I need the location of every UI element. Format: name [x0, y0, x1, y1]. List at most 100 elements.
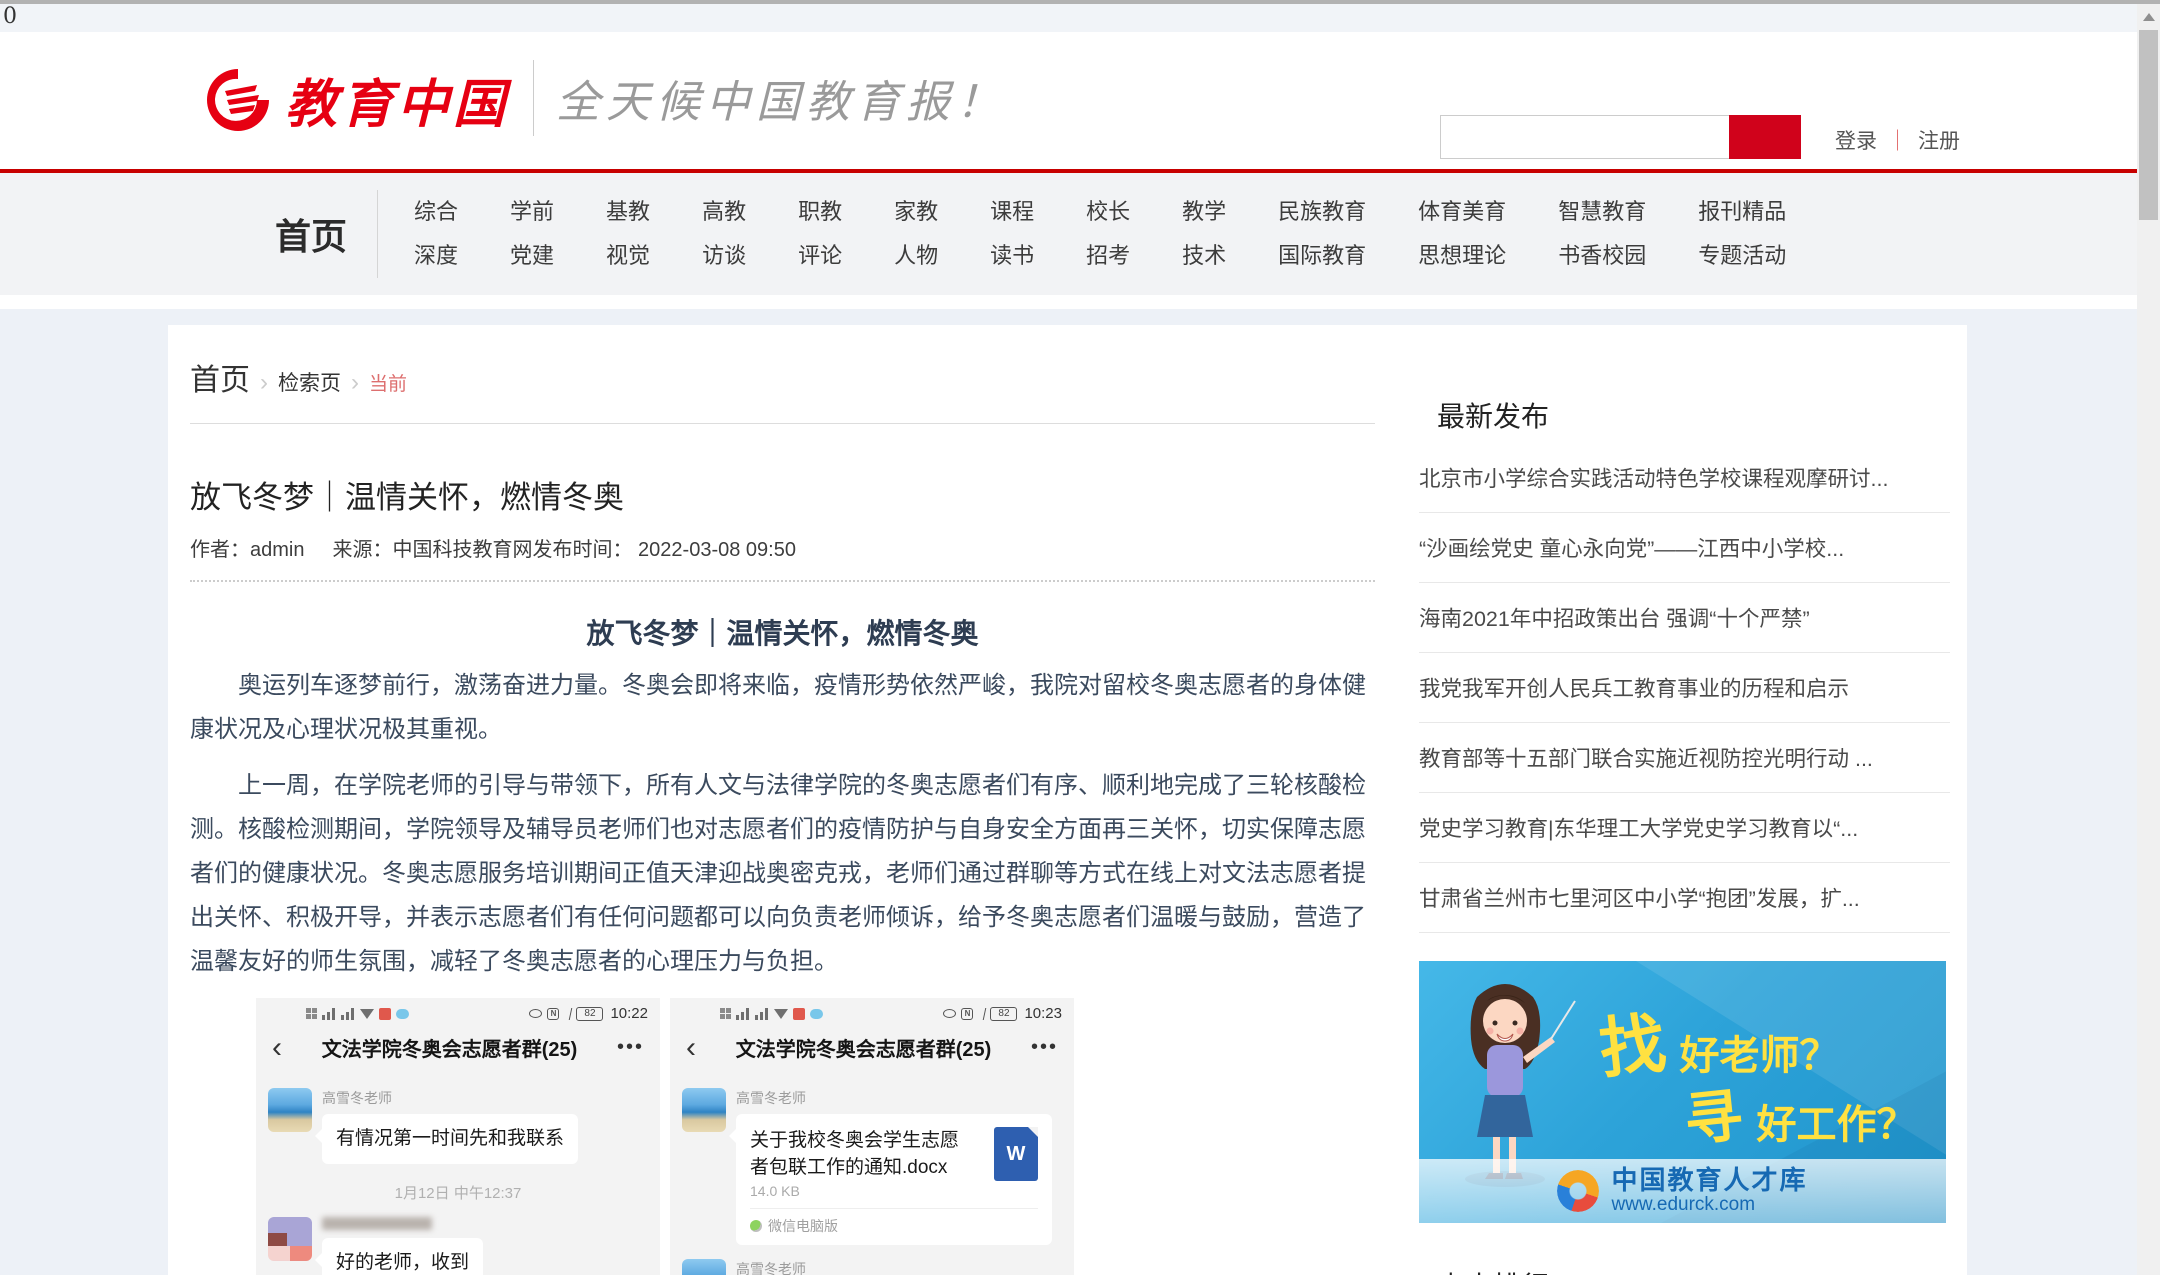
- search-input[interactable]: [1440, 115, 1729, 159]
- scrollbar[interactable]: [2137, 4, 2160, 1275]
- eye-icon: [529, 1009, 542, 1018]
- sender-name-blurred: [322, 1217, 432, 1230]
- breadcrumb-sep-icon: ›: [351, 369, 359, 397]
- main-nav: 首页 综合深度学前党建基教视觉高教访谈职教评论家教人物课程读书校长招考教学技术民…: [0, 173, 2160, 295]
- latest-post-item[interactable]: 我党我军开创人民兵工教育事业的历程和启示: [1419, 653, 1950, 723]
- more-icon: •••: [617, 1036, 644, 1059]
- chat-message-content: 好的老师，收到: [322, 1217, 483, 1275]
- nav-item[interactable]: 基教: [606, 199, 650, 225]
- page-top-remnant: 0: [0, 4, 2160, 32]
- nav-item[interactable]: 民族教育: [1278, 199, 1366, 225]
- nav-item[interactable]: 综合: [414, 199, 458, 225]
- auth-divider: ｜: [1887, 130, 1908, 153]
- scrollbar-thumb[interactable]: [2139, 30, 2158, 220]
- nav-item[interactable]: 职教: [798, 199, 842, 225]
- nav-item[interactable]: 人物: [894, 243, 938, 269]
- nav-item[interactable]: 国际教育: [1278, 243, 1366, 269]
- nav-divider: [377, 190, 378, 278]
- nav-item[interactable]: 技术: [1182, 243, 1226, 269]
- nav-item[interactable]: 专题活动: [1698, 243, 1786, 269]
- breadcrumb-search-page[interactable]: 检索页: [278, 367, 341, 397]
- latest-post-item[interactable]: 党史学习教育|东华理工大学党史学习教育以“...: [1419, 793, 1950, 863]
- wifi-icon: [360, 1009, 374, 1019]
- nav-item[interactable]: 招考: [1086, 243, 1130, 269]
- nav-item[interactable]: 视觉: [606, 243, 650, 269]
- ad-word-find: 找: [1594, 990, 1670, 1092]
- click-ranking-title: 点击排行: [1419, 1265, 1950, 1275]
- nav-item[interactable]: 智慧教育: [1558, 199, 1646, 225]
- chat-message: 好的老师，收到: [268, 1217, 648, 1275]
- file-name: 关于我校冬奥会学生志愿者包联工作的通知.docx: [750, 1127, 972, 1181]
- search-button[interactable]: [1729, 115, 1801, 159]
- nav-item[interactable]: 书香校园: [1558, 243, 1646, 269]
- latest-post-item[interactable]: “沙画绘党史 童心永向党”——江西中小学校...: [1419, 513, 1950, 583]
- file-attachment-card: 关于我校冬奥会学生志愿者包联工作的通知.docxW14.0 KB微信电脑版: [736, 1114, 1052, 1245]
- nav-column: 高教访谈: [676, 199, 772, 269]
- word-doc-icon: W: [994, 1127, 1038, 1181]
- nav-item[interactable]: 党建: [510, 243, 554, 269]
- recruitment-ad-banner[interactable]: 找 好老师？ 寻 好工作？ 中国教育人才库 www.edurck.com: [1419, 961, 1946, 1223]
- status-grid-icon: [720, 1008, 731, 1019]
- nav-item[interactable]: 学前: [510, 199, 554, 225]
- ad-headline-2: 寻 好工作？: [1684, 1071, 1916, 1155]
- latest-post-item[interactable]: 教育部等十五部门联合实施近视防控光明行动 ...: [1419, 723, 1950, 793]
- ad-brand-url: www.edurck.com: [1611, 1195, 1807, 1216]
- nav-gap: [0, 295, 2160, 309]
- chat-group-title: 文法学院冬奥会志愿者群(25): [282, 1033, 617, 1062]
- site-logo[interactable]: 教育中国: [205, 62, 509, 137]
- battery-icon: 82: [576, 1007, 603, 1021]
- nav-item[interactable]: 家教: [894, 199, 938, 225]
- page-body: 首页 › 检索页 › 当前 放飞冬梦｜温情关怀，燃情冬奥 作者：admin来源：…: [0, 309, 2160, 1275]
- nav-column: 民族教育国际教育: [1252, 199, 1392, 269]
- nav-item[interactable]: 读书: [990, 243, 1034, 269]
- nfc-icon: N: [547, 1008, 559, 1020]
- wechat-pc-icon: [750, 1220, 762, 1232]
- nav-column: 校长招考: [1060, 199, 1156, 269]
- article-column: 首页 › 检索页 › 当前 放飞冬梦｜温情关怀，燃情冬奥 作者：admin来源：…: [190, 325, 1375, 1275]
- scroll-up-icon[interactable]: [2143, 13, 2155, 21]
- teacher-avatar: [682, 1259, 726, 1275]
- nav-home[interactable]: 首页: [275, 208, 347, 260]
- latest-post-item[interactable]: 海南2021年中招政策出台 强调“十个严禁”: [1419, 583, 1950, 653]
- ad-word-seek: 寻: [1680, 1068, 1746, 1158]
- pubtime-value: 2022-03-08 09:50: [638, 539, 796, 561]
- sidebar: 最新发布 北京市小学综合实践活动特色学校课程观摩研讨...“沙画绘党史 童心永向…: [1419, 325, 1950, 1275]
- register-link[interactable]: 注册: [1918, 130, 1960, 153]
- nav-item[interactable]: 报刊精品: [1698, 199, 1786, 225]
- more-icon: •••: [1031, 1036, 1058, 1059]
- chat-message: 高雪冬老师关于我校冬奥会学生志愿者包联工作的通知.docxW14.0 KB微信电…: [682, 1088, 1062, 1245]
- wechat-screenshot-left: N 82 10:22 ‹ 文法学院冬奥会志愿者群(25) ••• 高雪冬老师有情…: [256, 998, 660, 1275]
- nav-item[interactable]: 教学: [1182, 199, 1226, 225]
- signal-icon: [755, 1008, 769, 1020]
- nav-item[interactable]: 课程: [990, 199, 1034, 225]
- nav-column: 体育美育思想理论: [1392, 199, 1532, 269]
- nav-item[interactable]: 思想理论: [1418, 243, 1506, 269]
- nav-item[interactable]: 评论: [798, 243, 842, 269]
- source-label: 来源：: [332, 539, 392, 561]
- logo-text: 教育中国: [285, 62, 509, 137]
- nav-item[interactable]: 访谈: [702, 243, 746, 269]
- logo-divider: [533, 60, 534, 136]
- nav-column: 教学技术: [1156, 199, 1252, 269]
- article-paragraph: 上一周，在学院老师的引导与带领下，所有人文与法律学院的冬奥志愿者们有序、顺利地完…: [190, 764, 1375, 984]
- search-bar: [1440, 115, 1801, 159]
- nav-column: 职教评论: [772, 199, 868, 269]
- ad-brand-name: 中国教育人才库: [1611, 1166, 1807, 1195]
- article-title: 放飞冬梦｜温情关怀，燃情冬奥: [190, 472, 1375, 517]
- wechat-screenshot-right: N 82 10:23 ‹ 文法学院冬奥会志愿者群(25) ••• 高雪冬老师关于…: [670, 998, 1074, 1275]
- latest-post-item[interactable]: 北京市小学综合实践活动特色学校课程观摩研讨...: [1419, 443, 1950, 513]
- chat-group-title: 文法学院冬奥会志愿者群(25): [696, 1033, 1031, 1062]
- site-header: 教育中国 全天候中国教育报！ 登录｜注册: [0, 32, 2160, 169]
- login-link[interactable]: 登录: [1835, 130, 1877, 153]
- zero-label: 0: [3, 4, 17, 29]
- nav-item[interactable]: 校长: [1086, 199, 1130, 225]
- nav-item[interactable]: 高教: [702, 199, 746, 225]
- ad-word-job: 好工作？: [1756, 1103, 1916, 1147]
- nav-item[interactable]: 深度: [414, 243, 458, 269]
- file-source-label: 微信电脑版: [768, 1216, 838, 1236]
- file-main: 关于我校冬奥会学生志愿者包联工作的通知.docx W: [750, 1127, 1038, 1181]
- nav-item[interactable]: 体育美育: [1418, 199, 1506, 225]
- breadcrumb-home[interactable]: 首页: [190, 355, 250, 399]
- latest-post-item[interactable]: 甘肃省兰州市七里河区中小学“抱团”发展，扩...: [1419, 863, 1950, 933]
- file-source: 微信电脑版: [750, 1216, 1038, 1236]
